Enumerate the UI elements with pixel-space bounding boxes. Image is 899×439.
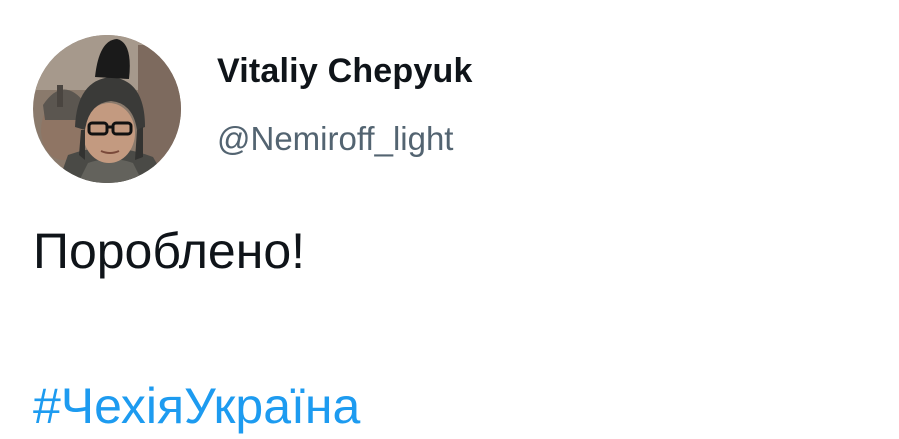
tweet: Vitaliy Chepyuk @Nemiroff_light Пороблен… xyxy=(0,0,899,439)
author-handle[interactable]: @Nemiroff_light xyxy=(217,120,453,158)
hashtag-link[interactable]: #ЧехіяУкраїна xyxy=(33,377,360,435)
avatar-photo-icon xyxy=(33,35,181,183)
author-display-name[interactable]: Vitaliy Chepyuk xyxy=(217,52,473,91)
author-avatar[interactable] xyxy=(33,35,181,183)
tweet-text: Пороблено! xyxy=(33,223,306,279)
